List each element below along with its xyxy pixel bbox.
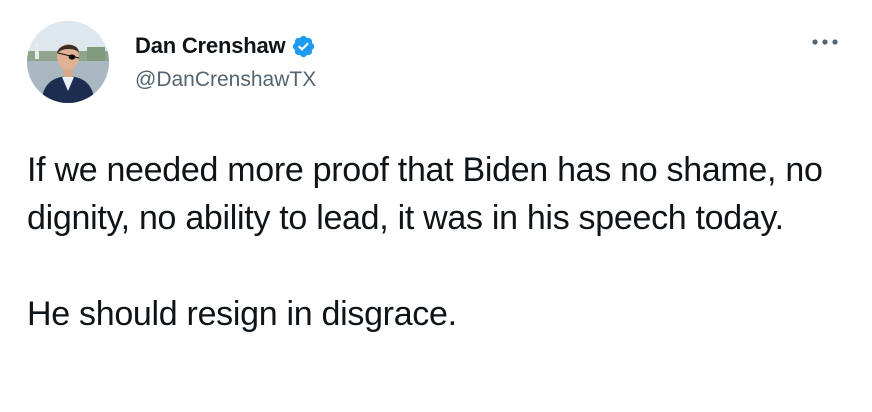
- tweet-paragraph: If we needed more proof that Biden has n…: [27, 151, 823, 237]
- author-display-name[interactable]: Dan Crenshaw: [135, 33, 286, 59]
- tweet-card: Dan Crenshaw @DanCrenshawTX If we needed…: [0, 0, 872, 412]
- tweet-text: If we needed more proof that Biden has n…: [27, 146, 847, 338]
- verified-badge-icon: [291, 34, 316, 59]
- more-options-icon[interactable]: [808, 30, 842, 54]
- author-name-row: Dan Crenshaw: [135, 32, 316, 60]
- avatar-photo: [27, 21, 109, 103]
- avatar[interactable]: [27, 21, 109, 103]
- tweet-paragraph: He should resign in disgrace.: [27, 295, 457, 333]
- author-handle[interactable]: @DanCrenshawTX: [135, 68, 316, 92]
